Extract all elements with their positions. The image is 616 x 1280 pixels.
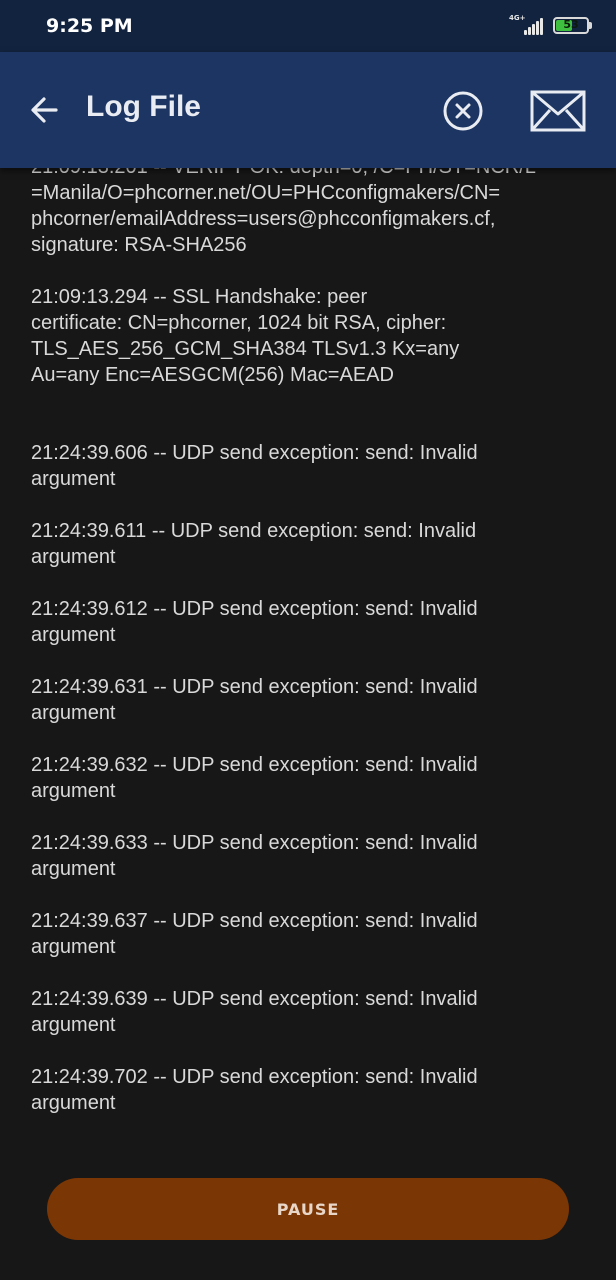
log-entry: 21:24:39.633 -- UDP send exception: send… <box>31 832 478 880</box>
log-entry: 21:24:39.639 -- UDP send exception: send… <box>31 988 478 1036</box>
envelope-icon <box>530 90 586 132</box>
battery-level: 53 <box>563 18 579 31</box>
log-entry: 21:09:13.201 -- VERIFY OK: depth=0, /C=P… <box>31 156 536 256</box>
log-list: 21:09:13.201 -- VERIFY OK: depth=0, /C=P… <box>31 154 591 1142</box>
log-entry: 21:24:39.702 -- UDP send exception: send… <box>31 1066 478 1114</box>
log-entry: 21:24:39.611 -- UDP send exception: send… <box>31 520 477 568</box>
log-entry: 21:24:39.632 -- UDP send exception: send… <box>31 754 478 802</box>
send-log-button[interactable] <box>528 88 588 134</box>
status-time: 9:25 PM <box>46 15 133 37</box>
battery-tip <box>589 22 592 29</box>
battery-icon: 53 <box>553 17 589 34</box>
clear-log-button[interactable] <box>440 88 486 134</box>
page-title: Log File <box>86 90 201 123</box>
arrow-left-icon <box>31 97 58 123</box>
close-circle-icon <box>443 91 483 131</box>
log-entry: 21:24:39.637 -- UDP send exception: send… <box>31 910 478 958</box>
status-icons: 4G+ 53 <box>476 0 616 52</box>
log-entry: 21:09:13.294 -- SSL Handshake: peer cert… <box>31 286 460 386</box>
log-entry: 21:24:39.631 -- UDP send exception: send… <box>31 676 478 724</box>
network-type-label: 4G+ <box>509 14 526 22</box>
app-bar: Log File <box>0 52 616 168</box>
log-entry: 21:24:39.612 -- UDP send exception: send… <box>31 598 478 646</box>
back-button[interactable] <box>26 90 66 130</box>
log-entry: 21:24:39.606 -- UDP send exception: send… <box>31 442 478 490</box>
log-view[interactable]: 21:09:13.201 -- VERIFY OK: depth=0, /C=P… <box>0 140 616 1150</box>
pause-button[interactable]: PAUSE <box>47 1178 569 1240</box>
status-bar: 9:25 PM 4G+ 53 <box>0 0 616 52</box>
signal-icon <box>524 17 544 35</box>
